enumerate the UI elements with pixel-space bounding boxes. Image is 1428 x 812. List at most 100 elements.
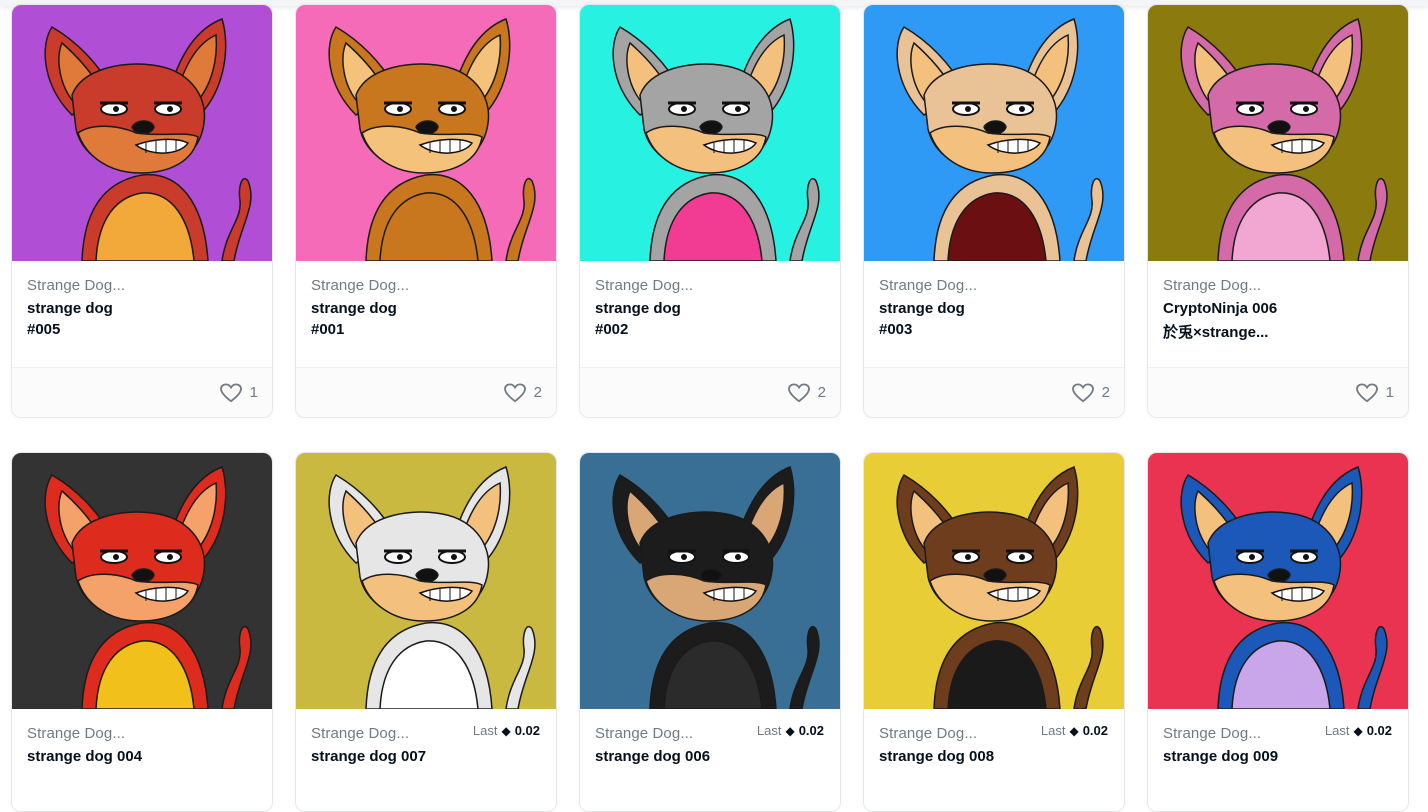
collection-name[interactable]: Strange Dog...	[595, 725, 713, 742]
collection-name[interactable]: Strange Dog...	[27, 725, 145, 742]
card-info: Strange Dog... strange dog #003	[864, 261, 1124, 338]
item-name-secondary: #005	[27, 321, 61, 338]
like-count: 2	[533, 384, 542, 401]
nft-image[interactable]	[580, 453, 840, 709]
card-footer: 2	[296, 367, 556, 417]
nft-grid: Strange Dog... strange dog #005 1 Strang…	[11, 4, 1411, 812]
dog-artwork	[296, 5, 556, 261]
item-name: strange dog	[311, 300, 397, 317]
card-info: Strange Dog... strange dog #001	[296, 261, 556, 338]
nft-image[interactable]	[12, 5, 272, 261]
nft-image[interactable]	[296, 453, 556, 709]
ethereum-icon: ◆	[1353, 723, 1363, 738]
like-count: 1	[249, 384, 258, 401]
price-value: 0.02	[1366, 723, 1392, 738]
dog-artwork	[12, 453, 272, 709]
heart-outline-icon[interactable]	[787, 382, 810, 403]
last-label: Last	[472, 723, 498, 738]
like-button[interactable]: 1	[1355, 382, 1394, 403]
like-count: 2	[1101, 384, 1110, 401]
nft-image[interactable]	[296, 5, 556, 261]
card-footer: 2	[864, 367, 1124, 417]
last-label: Last	[1040, 723, 1066, 738]
collection-name[interactable]: Strange Dog...	[1163, 277, 1281, 294]
card-info: Strange Dog... strange dog 009 Last ◆ 0.…	[1148, 709, 1408, 765]
like-button[interactable]: 2	[1071, 382, 1110, 403]
collection-name[interactable]: Strange Dog...	[595, 277, 713, 294]
dog-artwork	[296, 453, 556, 709]
item-name: strange dog	[595, 300, 681, 317]
item-name-secondary: #003	[879, 321, 913, 338]
item-name: strange dog 004	[27, 748, 143, 765]
like-button[interactable]: 1	[219, 382, 258, 403]
nft-card-2[interactable]: Strange Dog... strange dog #001 2	[295, 4, 557, 418]
nft-card-9[interactable]: Strange Dog... strange dog 008 Last ◆ 0.…	[863, 452, 1125, 812]
dog-artwork	[1148, 453, 1408, 709]
item-name: strange dog 008	[879, 748, 995, 765]
like-button[interactable]: 2	[503, 382, 542, 403]
card-info: Strange Dog... CryptoNinja 006 於兎×strang…	[1148, 261, 1408, 342]
dog-artwork	[580, 5, 840, 261]
dog-artwork	[12, 5, 272, 261]
item-name: strange dog	[879, 300, 965, 317]
item-name: strange dog 006	[595, 748, 711, 765]
like-button[interactable]: 2	[787, 382, 826, 403]
item-name: strange dog 007	[311, 748, 427, 765]
item-name-secondary: #001	[311, 321, 345, 338]
nft-card-6[interactable]: Strange Dog... strange dog 004	[11, 452, 273, 812]
ethereum-icon: ◆	[501, 723, 511, 738]
collection-name[interactable]: Strange Dog...	[879, 277, 997, 294]
nft-card-3[interactable]: Strange Dog... strange dog #002 2	[579, 4, 841, 418]
card-info: Strange Dog... strange dog #005	[12, 261, 272, 338]
nft-image[interactable]	[1148, 5, 1408, 261]
nft-card-5[interactable]: Strange Dog... CryptoNinja 006 於兎×strang…	[1147, 4, 1409, 418]
collection-name[interactable]: Strange Dog...	[1163, 725, 1281, 742]
like-count: 1	[1385, 384, 1394, 401]
heart-outline-icon[interactable]	[219, 382, 242, 403]
nft-image[interactable]	[864, 5, 1124, 261]
card-info: Strange Dog... strange dog 007 Last ◆ 0.…	[296, 709, 556, 765]
nft-image[interactable]	[580, 5, 840, 261]
nft-image[interactable]	[864, 453, 1124, 709]
heart-outline-icon[interactable]	[1355, 382, 1378, 403]
dog-artwork	[1148, 5, 1408, 261]
nft-card-7[interactable]: Strange Dog... strange dog 007 Last ◆ 0.…	[295, 452, 557, 812]
item-name-secondary: 於兎×strange...	[1163, 324, 1269, 341]
last-sale-price: Last ◆ 0.02	[1041, 723, 1108, 738]
nft-image[interactable]	[12, 453, 272, 709]
heart-outline-icon[interactable]	[1071, 382, 1094, 403]
collection-name[interactable]: Strange Dog...	[27, 277, 145, 294]
last-label: Last	[1324, 723, 1350, 738]
nft-image[interactable]	[1148, 453, 1408, 709]
price-value: 0.02	[1082, 723, 1108, 738]
nft-card-10[interactable]: Strange Dog... strange dog 009 Last ◆ 0.…	[1147, 452, 1409, 812]
card-info: Strange Dog... strange dog 006 Last ◆ 0.…	[580, 709, 840, 765]
card-footer: 2	[580, 367, 840, 417]
nft-card-8[interactable]: Strange Dog... strange dog 006 Last ◆ 0.…	[579, 452, 841, 812]
card-info: Strange Dog... strange dog 008 Last ◆ 0.…	[864, 709, 1124, 765]
price-value: 0.02	[514, 723, 540, 738]
nft-card-1[interactable]: Strange Dog... strange dog #005 1	[11, 4, 273, 418]
card-footer: 1	[1148, 367, 1408, 417]
item-name: CryptoNinja 006	[1163, 300, 1278, 317]
card-footer: 1	[12, 367, 272, 417]
item-name: strange dog	[27, 300, 113, 317]
like-count: 2	[817, 384, 826, 401]
dog-artwork	[864, 453, 1124, 709]
card-info: Strange Dog... strange dog 004	[12, 709, 272, 765]
heart-outline-icon[interactable]	[503, 382, 526, 403]
collection-name[interactable]: Strange Dog...	[879, 725, 997, 742]
price-value: 0.02	[798, 723, 824, 738]
ethereum-icon: ◆	[785, 723, 795, 738]
dog-artwork	[580, 453, 840, 709]
collection-name[interactable]: Strange Dog...	[311, 725, 429, 742]
last-sale-price: Last ◆ 0.02	[757, 723, 824, 738]
item-name: strange dog 009	[1163, 748, 1279, 765]
collection-name[interactable]: Strange Dog...	[311, 277, 429, 294]
last-label: Last	[756, 723, 782, 738]
nft-card-4[interactable]: Strange Dog... strange dog #003 2	[863, 4, 1125, 418]
dog-artwork	[864, 5, 1124, 261]
ethereum-icon: ◆	[1069, 723, 1079, 738]
card-info: Strange Dog... strange dog #002	[580, 261, 840, 338]
item-name-secondary: #002	[595, 321, 629, 338]
